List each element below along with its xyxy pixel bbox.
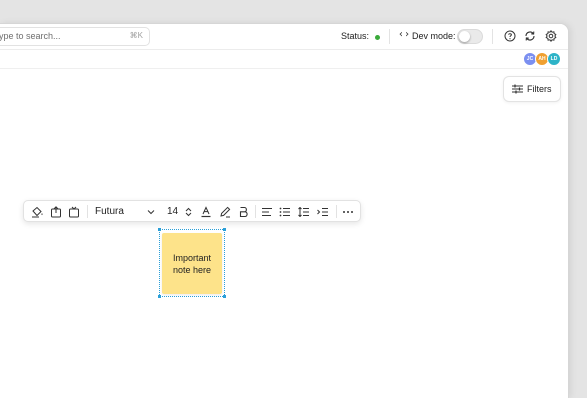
divider [255,205,256,218]
resize-handle[interactable] [158,295,161,298]
align-left-icon[interactable] [260,204,274,219]
fill-icon[interactable] [30,204,44,219]
search-placeholder: ype to search... [0,31,61,41]
resize-handle[interactable] [223,228,226,231]
sub-toolbar [0,50,568,69]
indent-icon[interactable] [316,204,330,219]
divider [336,205,337,218]
bullet-list-icon[interactable] [278,204,292,219]
filters-button[interactable]: Filters [503,76,561,102]
format-toolbar: Futura 14 [23,200,361,222]
code-icon: ‹› [398,29,411,40]
more-icon[interactable] [341,204,355,219]
divider [87,205,88,218]
dev-mode-label: Dev mode: [412,31,456,41]
sync-icon[interactable] [522,28,538,44]
avatar[interactable]: LD [547,52,561,66]
divider [492,29,493,44]
help-icon[interactable] [502,28,518,44]
resize-handle[interactable] [158,228,161,231]
status-label: Status: [341,31,370,41]
settings-icon[interactable] [543,28,559,44]
filters-label: Filters [527,84,552,94]
search-input[interactable]: ype to search... ⌘K [0,27,150,46]
font-size-stepper[interactable]: 14 [167,206,178,217]
highlight-icon[interactable] [218,204,232,219]
app-window: ype to search... ⌘K Status: ‹› Dev mode:… [0,24,568,398]
status-indicator [375,35,380,40]
bring-forward-icon[interactable] [49,204,63,219]
sliders-icon [512,84,523,94]
resize-handle[interactable] [223,295,226,298]
toggle-knob [459,31,470,42]
font-family-dropdown[interactable]: Futura [95,206,124,217]
sticky-note-text: Important note here [172,252,212,275]
bold-icon[interactable] [236,204,250,219]
chevron-down-icon[interactable] [146,204,156,219]
dev-mode-toggle[interactable] [457,29,483,44]
search-shortcut: ⌘K [129,31,143,40]
top-toolbar: ype to search... ⌘K Status: ‹› Dev mode: [0,24,568,50]
line-spacing-icon[interactable] [297,204,311,219]
stepper-arrows-icon[interactable] [183,204,193,219]
sticky-note[interactable]: Important note here [162,233,222,294]
divider [389,29,390,44]
text-color-icon[interactable] [199,204,213,219]
send-backward-icon[interactable] [67,204,81,219]
